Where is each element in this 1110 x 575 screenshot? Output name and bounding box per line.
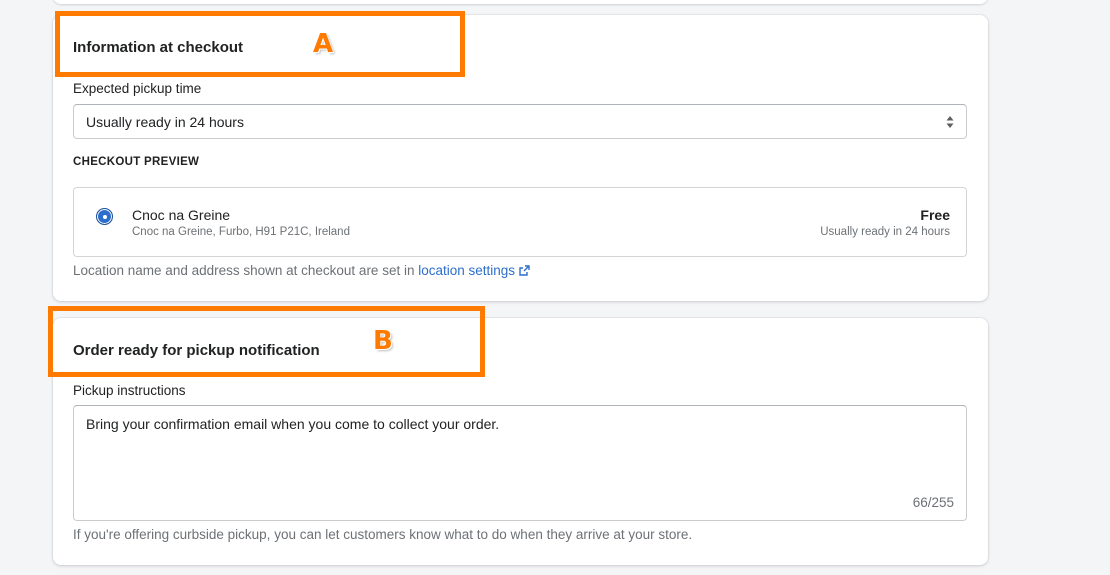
select-arrows-icon <box>946 116 954 128</box>
location-settings-link[interactable]: location settings <box>418 263 530 278</box>
location-settings-help-text: Location name and address shown at check… <box>73 263 530 278</box>
expected-pickup-time-label: Expected pickup time <box>73 81 202 96</box>
pickup-price: Free <box>920 207 950 223</box>
character-counter: 66/255 <box>912 495 954 510</box>
pickup-ready-text: Usually ready in 24 hours <box>820 226 950 238</box>
expected-pickup-time-value: Usually ready in 24 hours <box>86 113 244 130</box>
checkout-preview-box: Cnoc na Greine Cnoc na Greine, Furbo, H9… <box>73 187 967 257</box>
expected-pickup-time-select[interactable]: Usually ready in 24 hours <box>73 104 967 139</box>
annotation-label-a: A <box>313 29 334 59</box>
annotation-box-a <box>55 11 465 77</box>
external-link-icon <box>519 265 530 276</box>
curbside-help-text: If you're offering curbside pickup, you … <box>73 527 693 542</box>
location-settings-link-label: location settings <box>418 263 516 278</box>
pickup-instructions-value: Bring your confirmation email when you c… <box>86 416 500 432</box>
radio-dot <box>102 214 107 219</box>
pickup-instructions-label: Pickup instructions <box>73 383 186 398</box>
location-address: Cnoc na Greine, Furbo, H91 P21C, Ireland <box>132 226 350 238</box>
annotation-label-b: B <box>373 326 393 356</box>
help-text-prefix: Location name and address shown at check… <box>73 263 419 278</box>
pickup-instructions-textarea[interactable]: Bring your confirmation email when you c… <box>73 405 967 521</box>
location-name: Cnoc na Greine <box>132 207 231 223</box>
checkout-preview-heading: CHECKOUT PREVIEW <box>73 156 200 168</box>
annotation-box-b <box>48 306 485 377</box>
page: Information at checkout Expected pickup … <box>0 0 1110 575</box>
location-radio[interactable] <box>96 208 113 225</box>
previous-card-edge <box>53 0 988 4</box>
